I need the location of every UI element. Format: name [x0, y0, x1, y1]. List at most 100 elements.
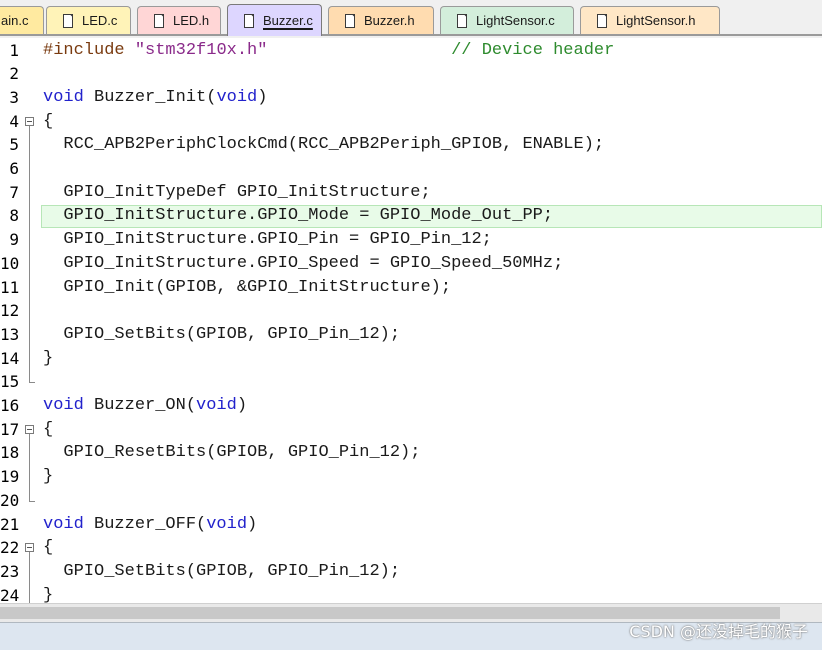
- line-number: 12: [0, 301, 20, 321]
- code-text: {: [43, 110, 53, 134]
- code-text: GPIO_Init(GPIOB, &GPIO_InitStructure);: [43, 276, 451, 300]
- code-line[interactable]: 15: [0, 370, 822, 394]
- code-token: "stm32f10x.h": [134, 40, 268, 60]
- code-line[interactable]: 6: [0, 157, 822, 181]
- tab-lightsensor-h[interactable]: LightSensor.h: [580, 6, 720, 34]
- line-number: 4: [9, 111, 19, 131]
- code-token: void: [196, 396, 237, 415]
- code-token: void: [43, 87, 84, 107]
- file-icon: [457, 13, 467, 28]
- line-number: 11: [0, 277, 20, 297]
- code-line[interactable]: 14}: [0, 347, 822, 371]
- code-token: }: [43, 585, 54, 603]
- code-line[interactable]: 9 GPIO_InitStructure.GPIO_Pin = GPIO_Pin…: [0, 228, 822, 252]
- code-text: GPIO_InitStructure.GPIO_Pin = GPIO_Pin_1…: [43, 228, 492, 252]
- code-token: {: [43, 111, 54, 131]
- code-line[interactable]: 2: [0, 62, 822, 86]
- code-token: // Device header: [451, 40, 615, 60]
- code-token: {: [43, 538, 54, 558]
- code-token: GPIO_InitStructure.GPIO_Mode = GPIO_Mode…: [43, 206, 554, 226]
- code-text: GPIO_ResetBits(GPIOB, GPIO_Pin_12);: [43, 441, 420, 465]
- code-text: void Buzzer_ON(void): [43, 394, 247, 418]
- code-text: void Buzzer_OFF(void): [43, 513, 257, 537]
- code-line[interactable]: 13 GPIO_SetBits(GPIOB, GPIO_Pin_12);: [0, 323, 822, 347]
- code-token: ): [257, 87, 268, 107]
- fold-minus-icon[interactable]: [25, 543, 34, 553]
- tab-lightsensor-c[interactable]: LightSensor.c: [440, 6, 574, 34]
- tab-label: LED.h: [173, 13, 210, 28]
- code-line[interactable]: 1 #include "stm32f10x.h" // Device header: [0, 39, 822, 63]
- code-line[interactable]: 17 {: [0, 418, 822, 442]
- code-line[interactable]: 3 void Buzzer_Init(void): [0, 86, 822, 110]
- file-icon: [63, 13, 73, 28]
- code-text: GPIO_InitStructure.GPIO_Speed = GPIO_Spe…: [43, 252, 563, 276]
- fold-minus-icon[interactable]: [25, 424, 34, 434]
- tab-led-h[interactable]: LED.h: [137, 6, 221, 34]
- code-text: {: [43, 418, 53, 442]
- code-line[interactable]: 22 {: [0, 536, 822, 560]
- code-line[interactable]: 16 void Buzzer_ON(void): [0, 394, 822, 418]
- code-line[interactable]: 20: [0, 489, 822, 513]
- line-number: 9: [9, 230, 19, 250]
- code-text: RCC_APB2PeriphClockCmd(RCC_APB2Periph_GP…: [43, 133, 604, 157]
- line-number: 15: [0, 372, 20, 392]
- tab-label: Buzzer.h: [364, 13, 415, 28]
- code-line[interactable]: 10 GPIO_InitStructure.GPIO_Speed = GPIO_…: [0, 252, 822, 276]
- line-number: 18: [0, 443, 20, 463]
- code-token: void: [43, 514, 84, 534]
- code-token: GPIO_InitTypeDef GPIO_InitStructure;: [43, 182, 431, 202]
- code-line[interactable]: 8 GPIO_InitStructure.GPIO_Mode = GPIO_Mo…: [0, 204, 822, 229]
- tab-buzzer-h[interactable]: Buzzer.h: [328, 6, 434, 34]
- file-icon: [345, 13, 355, 28]
- line-number: 1: [9, 40, 19, 60]
- fold-minus-icon[interactable]: [25, 116, 34, 126]
- editor-tab-bar: ain.c LED.c LED.h Buzzer.c Buzzer.h LightSens…: [0, 0, 822, 38]
- line-number: 13: [0, 324, 20, 344]
- line-number: 3: [9, 87, 19, 107]
- tab-bar-divider: [0, 34, 822, 36]
- tab-label: LED.c: [82, 13, 118, 28]
- tab-label: ain.c: [1, 13, 29, 28]
- code-line[interactable]: 18 GPIO_ResetBits(GPIOB, GPIO_Pin_12);: [0, 441, 822, 465]
- code-token: GPIO_InitStructure.GPIO_Pin = GPIO_Pin_1…: [43, 230, 492, 250]
- file-icon: [154, 13, 164, 28]
- tab-label: LightSensor.c: [476, 13, 555, 28]
- code-line[interactable]: 7 GPIO_InitTypeDef GPIO_InitStructure;: [0, 181, 822, 205]
- line-number: 17: [0, 419, 20, 439]
- line-number: 22: [0, 538, 20, 558]
- tab-buzzer-c[interactable]: Buzzer.c: [227, 4, 322, 36]
- watermark: CSDN @还没掉毛的猴子: [629, 622, 808, 641]
- code-token: ): [247, 514, 258, 534]
- line-number: 23: [0, 561, 20, 581]
- code-line[interactable]: 21 void Buzzer_OFF(void): [0, 513, 822, 537]
- code-token: RCC_APB2PeriphClockCmd(RCC_APB2Periph_GP…: [43, 135, 605, 155]
- code-token: }: [43, 467, 54, 487]
- code-text: }: [43, 347, 53, 371]
- code-token: Buzzer_ON(: [83, 396, 197, 415]
- code-line[interactable]: 11 GPIO_Init(GPIOB, &GPIO_InitStructure)…: [0, 276, 822, 300]
- code-line[interactable]: 19}: [0, 465, 822, 489]
- code-token: Buzzer_Init(: [83, 87, 217, 107]
- tab-ain-c[interactable]: ain.c: [0, 6, 44, 34]
- line-number: 8: [9, 206, 19, 226]
- code-line[interactable]: 12: [0, 299, 822, 323]
- fold-guide-line: [29, 552, 30, 603]
- line-number: 16: [0, 396, 20, 415]
- code-token: {: [43, 419, 54, 439]
- tab-led-c[interactable]: LED.c: [46, 6, 131, 34]
- code-token: GPIO_SetBits(GPIOB, GPIO_Pin_12);: [43, 324, 401, 344]
- code-line[interactable]: 24}: [0, 584, 822, 603]
- code-text: void Buzzer_Init(void): [43, 86, 267, 110]
- code-line[interactable]: 4{: [0, 110, 822, 134]
- code-editor[interactable]: 1 #include "stm32f10x.h" // Device header…: [0, 38, 822, 603]
- line-number: 14: [0, 348, 20, 368]
- code-token: Buzzer_OFF(: [83, 514, 207, 534]
- line-number: 19: [0, 467, 20, 487]
- code-token: GPIO_Init(GPIOB, &GPIO_InitStructure);: [43, 277, 452, 297]
- code-line[interactable]: 5 RCC_APB2PeriphClockCmd(RCC_APB2Periph_…: [0, 133, 822, 157]
- line-number: 5: [9, 135, 19, 155]
- file-icon: [244, 13, 254, 28]
- fold-guide-line: [29, 433, 30, 501]
- code-line[interactable]: 23 GPIO_SetBits(GPIOB, GPIO_Pin_12);: [0, 560, 822, 584]
